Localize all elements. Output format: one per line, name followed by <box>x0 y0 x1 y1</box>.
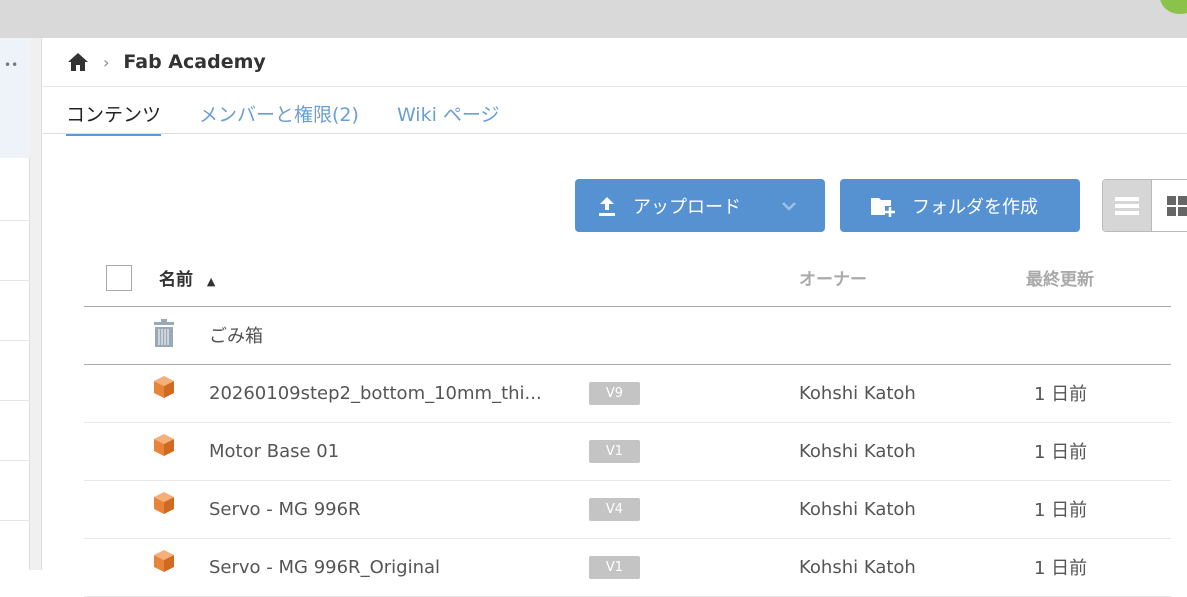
list-icon <box>1115 196 1140 215</box>
main-content: › Fab Academy コンテンツ メンバーと権限(2) Wiki ページ … <box>43 38 1187 597</box>
chevron-down-icon[interactable] <box>781 201 797 211</box>
upload-label: アップロード <box>633 196 741 218</box>
file-name[interactable]: Motor Base 01 <box>209 422 589 481</box>
upload-icon <box>599 196 615 216</box>
browser-top-bar <box>0 0 1187 38</box>
panel-resize-handle[interactable] <box>30 38 42 570</box>
new-folder-icon <box>871 197 895 217</box>
model-file-icon <box>154 492 174 514</box>
modified-date: 1 日前 <box>1026 364 1171 423</box>
model-file-icon <box>154 376 174 398</box>
version-badge[interactable]: V9 <box>589 382 640 405</box>
divider <box>0 280 30 281</box>
version-badge[interactable]: V4 <box>589 498 640 521</box>
divider <box>0 520 30 521</box>
page-title: Fab Academy <box>123 51 266 73</box>
grid-view-button[interactable] <box>1152 180 1187 231</box>
home-icon[interactable] <box>67 52 89 72</box>
file-table: 名前 ▲ オーナー 最終更新 ごみ箱 20260109step2_bottom_… <box>84 250 1171 597</box>
view-toggle <box>1102 179 1187 232</box>
divider <box>0 340 30 341</box>
divider <box>0 400 30 401</box>
table-header: 名前 ▲ オーナー 最終更新 <box>84 250 1171 307</box>
file-name[interactable]: Servo - MG 996R_Original <box>209 538 589 597</box>
select-all-checkbox[interactable] <box>106 264 132 291</box>
avatar[interactable] <box>1160 0 1187 14</box>
sidebar-selected-item[interactable]: •• <box>0 38 30 158</box>
trash-row[interactable]: ごみ箱 <box>84 306 1171 365</box>
modified-date: 1 日前 <box>1026 538 1171 597</box>
file-name[interactable]: Servo - MG 996R <box>209 480 589 539</box>
tab-wiki[interactable]: Wiki ページ <box>397 100 500 136</box>
table-row[interactable]: Motor Base 01 V1 Kohshi Katoh 1 日前 <box>84 422 1171 481</box>
column-name[interactable]: 名前 ▲ <box>159 250 589 307</box>
upload-button[interactable]: アップロード <box>575 179 825 232</box>
owner: Kohshi Katoh <box>799 480 1026 539</box>
more-icon[interactable]: •• <box>4 58 18 72</box>
create-folder-label: フォルダを作成 <box>912 196 1038 218</box>
sort-asc-icon: ▲ <box>206 275 216 289</box>
table-row[interactable]: Servo - MG 996R_Original V1 Kohshi Katoh… <box>84 538 1171 597</box>
tab-contents[interactable]: コンテンツ <box>66 100 162 136</box>
divider <box>0 460 30 461</box>
model-file-icon <box>154 550 174 572</box>
column-owner[interactable]: オーナー <box>799 250 1026 307</box>
breadcrumb: › Fab Academy <box>67 50 266 74</box>
column-name-label: 名前 <box>159 270 193 291</box>
divider <box>43 86 1187 87</box>
file-name[interactable]: 20260109step2_bottom_10mm_thi... <box>209 364 589 423</box>
owner: Kohshi Katoh <box>799 364 1026 423</box>
owner: Kohshi Katoh <box>799 422 1026 481</box>
model-file-icon <box>154 434 174 456</box>
modified-date: 1 日前 <box>1026 422 1171 481</box>
divider <box>0 220 30 221</box>
version-badge[interactable]: V1 <box>589 440 640 463</box>
column-modified[interactable]: 最終更新 <box>1026 250 1171 307</box>
table-row[interactable]: 20260109step2_bottom_10mm_thi... V9 Kohs… <box>84 364 1171 423</box>
table-row[interactable]: Servo - MG 996R V4 Kohshi Katoh 1 日前 <box>84 480 1171 539</box>
list-view-button[interactable] <box>1103 180 1153 231</box>
version-badge[interactable]: V1 <box>589 556 640 579</box>
tab-bar: コンテンツ メンバーと権限(2) Wiki ページ <box>66 100 500 136</box>
chevron-right-icon: › <box>103 52 110 72</box>
trash-icon <box>154 318 174 347</box>
create-folder-button[interactable]: フォルダを作成 <box>840 179 1080 232</box>
tab-members-permissions[interactable]: メンバーと権限(2) <box>199 100 359 136</box>
trash-label: ごみ箱 <box>209 306 1171 365</box>
divider <box>43 133 1187 134</box>
sidebar: •• <box>0 38 30 570</box>
modified-date: 1 日前 <box>1026 480 1171 539</box>
grid-icon <box>1166 195 1187 216</box>
owner: Kohshi Katoh <box>799 538 1026 597</box>
